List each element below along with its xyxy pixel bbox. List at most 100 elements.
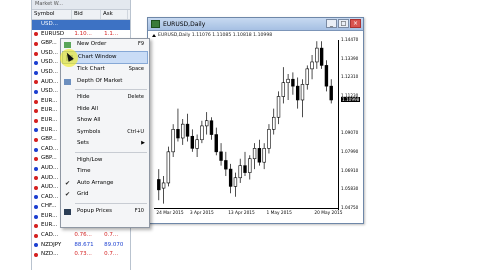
candle-body (219, 151, 223, 161)
symbol-cell: NZD... (32, 250, 72, 260)
close-button[interactable]: × (350, 19, 361, 28)
menu-item-sets[interactable]: Sets ▶ (61, 138, 149, 150)
price-tick: 1.13390 (341, 55, 359, 61)
candle (281, 67, 286, 104)
symbol-text: EUR... (41, 126, 58, 133)
ask-cell: 0.7... (104, 232, 119, 239)
candlestick-plot[interactable] (154, 40, 336, 208)
direction-dot-icon (34, 41, 38, 46)
direction-dot-icon (34, 99, 38, 104)
menu-item-auto-arrange[interactable]: ✔ Auto Arrange (61, 178, 149, 190)
candle-body (300, 84, 305, 101)
candle (262, 143, 266, 170)
candle-body (252, 148, 257, 160)
market-watch-row[interactable]: CAD... 0.76... 0.7... (32, 231, 130, 241)
candle (310, 55, 314, 80)
symbol-text: NZD... (41, 251, 59, 258)
direction-dot-icon (34, 61, 38, 66)
column-bid[interactable]: Bid (72, 10, 101, 19)
candle-body (224, 160, 228, 170)
symbol-text: EUR... (41, 212, 58, 219)
menu-item-tick-chart[interactable]: Tick Chart Space (61, 64, 149, 76)
menu-item-popup-prices[interactable]: Popup Prices F10 (61, 206, 149, 218)
menu-item-time[interactable]: Time (61, 166, 149, 178)
date-tick: 24 Mar 2015 (156, 211, 184, 216)
candle-body (324, 65, 329, 87)
menu-item-hide[interactable]: Hide Delete (61, 92, 149, 104)
market-watch-row[interactable]: USD... (32, 20, 130, 30)
minimize-button[interactable]: _ (326, 19, 337, 28)
candle-body (267, 129, 271, 149)
candle-body (281, 82, 286, 97)
candle (295, 77, 300, 109)
menu-item-label: Grid (77, 191, 89, 197)
candle-body (257, 148, 262, 163)
candle (286, 74, 290, 100)
price-tick: 1.06910 (341, 167, 359, 173)
current-price-label: 1.10998 (341, 97, 361, 102)
menu-item-high-low[interactable]: High/Low (61, 155, 149, 167)
date-tick: 20 May 2015 (314, 211, 343, 216)
chart-info-text: EURUSD,Daily 1.11076 1.11085 1.10818 1.1… (158, 33, 273, 38)
new-order-icon (64, 42, 71, 48)
candle-body (315, 47, 319, 63)
checkmark-icon: ✔ (65, 191, 71, 198)
market-watch-row[interactable]: NZD... 0.73... 0.7... (32, 250, 130, 260)
candle (176, 108, 180, 142)
column-ask[interactable]: Ask (101, 10, 128, 19)
symbol-cell: USD... (32, 20, 72, 30)
candle (248, 155, 252, 180)
candle (257, 139, 262, 166)
symbol-text: AUD... (41, 164, 59, 171)
symbol-text: USD... (41, 49, 58, 56)
symbol-text: GBP... (41, 40, 57, 47)
menu-item-show-all[interactable]: Show All (61, 115, 149, 127)
direction-dot-icon (34, 195, 38, 200)
candle-body (329, 85, 333, 101)
menu-item-symbols[interactable]: Symbols Ctrl+U (61, 127, 149, 139)
candle (267, 124, 271, 154)
symbol-cell: CAD... (32, 231, 72, 241)
candle (190, 129, 195, 152)
direction-dot-icon (34, 128, 38, 133)
symbol-text: EUR... (41, 222, 58, 229)
direction-dot-icon (34, 70, 38, 75)
candle (181, 118, 185, 145)
candle-body (209, 120, 214, 135)
candle-body (319, 47, 324, 66)
window-buttons: _ □ × (325, 19, 361, 28)
menu-item-new-order[interactable]: New Order F9 (61, 39, 149, 51)
context-menu: New Order F9 Chart Window Tick Chart Space De… (60, 38, 150, 228)
direction-dot-icon (34, 233, 38, 238)
candle (252, 143, 257, 170)
menu-item-hide-all[interactable]: Hide All (61, 104, 149, 116)
menu-item-label: Chart Window (78, 53, 117, 60)
candle-body (286, 78, 290, 83)
price-tick: 1.07990 (341, 149, 359, 154)
symbol-text: EUR... (41, 107, 58, 114)
menu-item-shortcut: Delete (127, 94, 144, 100)
direction-dot-icon (34, 185, 38, 190)
symbol-text: GBP... (41, 155, 57, 162)
candle-body (233, 177, 238, 187)
maximize-button[interactable]: □ (338, 19, 349, 28)
menu-separator (75, 89, 147, 90)
bid-cell: 0.76... (74, 232, 92, 239)
symbol-text: CAD... (41, 145, 59, 152)
market-watch-row[interactable]: NZDJPY 88.671 89.070 (32, 241, 130, 251)
direction-dot-icon (34, 224, 38, 229)
menu-item-label: Depth Of Market (77, 77, 123, 84)
menu-item-label: Hide (77, 94, 90, 100)
symbol-text: USD... (41, 68, 58, 75)
symbol-text: NZDJPY (41, 241, 62, 248)
candle (324, 60, 329, 92)
direction-dot-icon (34, 157, 38, 162)
candle (185, 113, 190, 142)
candle-body (185, 123, 190, 137)
chart-window[interactable]: EURUSD,Daily _ □ × EURUSD,Daily 1.11076 … (147, 17, 364, 224)
candle-body (214, 134, 218, 153)
menu-item-label: Time (77, 168, 91, 174)
menu-item-depth-of-market[interactable]: Depth Of Market (61, 76, 149, 88)
column-symbol[interactable]: Symbol (32, 10, 72, 19)
menu-item-grid[interactable]: ✔ Grid (61, 189, 149, 201)
